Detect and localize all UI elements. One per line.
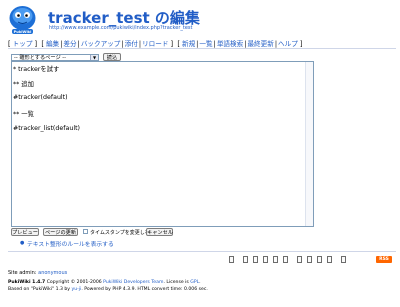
load-template-button[interactable]: 読込	[103, 53, 121, 61]
footer-based-on: Based on "PukiWiki" 1.3 by yu-ji. Powere…	[8, 287, 208, 292]
cancel-button[interactable]: キャンセル	[146, 228, 173, 236]
reload-icon[interactable]	[283, 256, 288, 263]
footer-license-link[interactable]: GPL	[190, 280, 199, 285]
editor-line: * trackerを試す	[13, 66, 60, 73]
footer-period: .	[199, 280, 201, 285]
bullet-icon: ●	[20, 240, 25, 246]
formatting-rules-link[interactable]: テキスト整形のルールを表示する	[27, 239, 114, 248]
nav-attach-link[interactable]: 添付	[125, 40, 138, 48]
site-admin-link[interactable]: anonymous	[38, 270, 67, 276]
nav-help-link[interactable]: ヘルプ	[278, 40, 298, 48]
notimestamp-checkbox[interactable]	[83, 229, 88, 234]
footer-author-link[interactable]: yu-ji	[72, 287, 82, 292]
footer-team-link[interactable]: PukiWiki Developers Team	[103, 280, 163, 285]
footer-based-prefix: Based on "PukiWiki" 1.3 by	[8, 287, 71, 292]
editor-line: ** 一覧	[13, 111, 34, 118]
nav-recent-link[interactable]: 最終更新	[247, 40, 273, 48]
footer-divider	[8, 251, 396, 252]
logo-text: PukiWiki	[14, 30, 32, 34]
page-content-textarea[interactable]: * trackerを試す ** 追加 #tracker(default) ** …	[11, 61, 314, 227]
edit-icon[interactable]	[243, 256, 248, 263]
footer-license-text: . License is	[163, 280, 189, 285]
nav-list-link[interactable]: 一覧	[199, 40, 212, 48]
new-icon[interactable]	[297, 256, 302, 263]
nav-diff-link[interactable]: 差分	[63, 40, 76, 48]
nav-reload-link[interactable]: リロード	[142, 40, 168, 48]
editor-line: #tracker(default)	[13, 94, 68, 101]
footer-powered-text: . Powered by PHP 4.3.9. HTML convert tim…	[81, 287, 208, 292]
editor-line: ** 追加	[13, 81, 34, 88]
backup-icon[interactable]	[263, 256, 268, 263]
footer-app-name: PukiWiki 1.4.7	[8, 280, 46, 285]
search-icon[interactable]	[317, 256, 322, 263]
nav-backup-link[interactable]: バックアップ	[81, 40, 121, 48]
nav-search-link[interactable]: 単語検索	[217, 40, 243, 48]
list-icon[interactable]	[307, 256, 312, 263]
rss-icon[interactable]: RSS	[376, 256, 392, 263]
help-icon[interactable]	[341, 256, 346, 263]
page-url[interactable]: http://www.example.com/pukiwiki/index.ph…	[49, 25, 192, 31]
navigation-bar: [ トップ ] [ 編集|差分|バックアップ|添付|リロード ] [ 新規|一覧…	[8, 40, 303, 48]
chevron-down-icon: ▼	[90, 55, 98, 60]
footer-copyright: PukiWiki 1.4.7 Copyright © 2001-2006 Puk…	[8, 280, 201, 285]
nav-new-link[interactable]: 新規	[182, 40, 195, 48]
top-icon[interactable]	[229, 256, 234, 263]
preview-button[interactable]: プレビュー	[11, 228, 39, 236]
attach-icon[interactable]	[273, 256, 278, 263]
template-page-select[interactable]: -- 雛形とするページ -- ▼	[11, 54, 99, 61]
nav-edit-link[interactable]: 編集	[46, 40, 59, 48]
header-divider	[8, 48, 396, 49]
recent-icon[interactable]	[327, 256, 332, 263]
site-admin-label: Site admin:	[8, 270, 37, 276]
editor-line: #tracker_list(default)	[13, 125, 81, 132]
nav-top-link[interactable]: トップ	[13, 40, 33, 48]
diff-icon[interactable]	[253, 256, 258, 263]
editor-scrollbar[interactable]	[305, 62, 313, 226]
footer-copyright-text: Copyright © 2001-2006	[46, 280, 102, 285]
pukiwiki-logo[interactable]: PukiWiki	[8, 5, 37, 35]
update-page-button[interactable]: ページの更新	[43, 228, 78, 236]
site-admin: Site admin: anonymous	[8, 270, 67, 276]
